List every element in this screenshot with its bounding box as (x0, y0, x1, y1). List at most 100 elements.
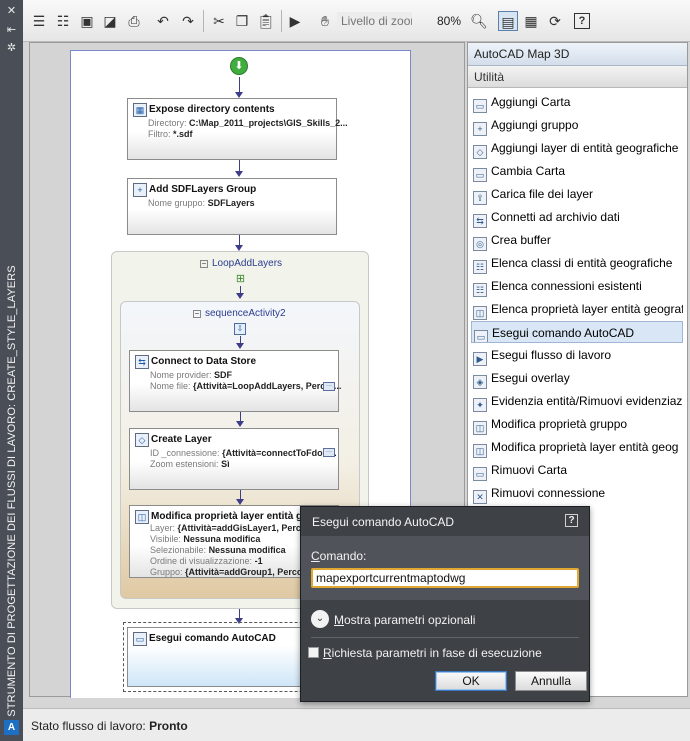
status-text: Stato flusso di lavoro: Pronto (31, 719, 188, 733)
new-sequence-icon[interactable]: ☷ (53, 11, 73, 31)
help-icon[interactable]: ? (574, 13, 590, 29)
toolbox-item-label: Modifica proprietà layer entità geog (491, 440, 679, 454)
zoom-level-input[interactable] (337, 12, 412, 31)
toolbox-item[interactable]: ☷ Elenca classi di entità geografiche (471, 252, 683, 274)
redo-icon[interactable]: ↷ (178, 11, 198, 31)
settings-icon[interactable]: ✲ (5, 42, 18, 54)
save-as-icon[interactable]: ◪ (100, 11, 120, 31)
new-workflow-icon[interactable]: ☰ (29, 11, 49, 31)
autodesk-logo: A (4, 720, 19, 735)
activity-create-layer[interactable]: ◇ Create Layer ID _connessione: {Attivit… (129, 428, 339, 490)
activity-title: Add SDFLayers Group (149, 184, 257, 195)
property-editor-icon[interactable]: ··· (323, 382, 335, 391)
print-icon[interactable]: ⎙ (124, 11, 144, 31)
activity-property: Directory: C:\Map_2011_projects\GIS_Skil… (148, 118, 348, 128)
toolbox-item[interactable]: ▭ Esegui comando AutoCAD (471, 321, 683, 343)
collapse-icon: − (200, 259, 208, 268)
status-bar: Stato flusso di lavoro: Pronto (23, 708, 690, 741)
layer-properties-icon: ◫ (135, 510, 149, 524)
add-group-icon: + (133, 183, 147, 197)
activity-icon: ⇪ (473, 191, 487, 205)
activity-connect-data-store[interactable]: ⇆ Connect to Data Store Nome provider: S… (129, 350, 341, 412)
activity-property: ID _connessione: {Attività=connectToFdoD… (150, 448, 337, 458)
activity-icon: ◫ (473, 421, 487, 435)
panel-header[interactable]: AutoCAD Map 3D (468, 43, 687, 66)
toolbox-item-label: Esegui flusso di lavoro (491, 348, 612, 362)
directory-icon: ▦ (133, 103, 147, 117)
activity-property: Ordine di visualizzazione: -1 (150, 556, 263, 566)
refresh-icon[interactable]: ⟳ (545, 11, 565, 31)
activity-add-sdflayers-group[interactable]: + Add SDFLayers Group Nome gruppo: SDFLa… (127, 178, 337, 235)
toolbox-item-label: Connetti ad archivio dati (491, 210, 620, 224)
toolbox-item-label: Evidenzia entità/Rimuovi evidenziazi (491, 394, 683, 408)
runtime-prompt-checkbox[interactable] (308, 647, 319, 658)
toolbox-item-label: Crea buffer (491, 233, 551, 247)
pin-icon[interactable]: ⇤ (5, 24, 18, 36)
activity-icon: ◫ (473, 306, 487, 320)
run-workflow-icon[interactable]: ▶ (285, 11, 305, 31)
toolbox-item[interactable]: ✦ Evidenzia entità/Rimuovi evidenziazi (471, 390, 683, 412)
properties-icon[interactable]: ▦ (521, 11, 541, 31)
toolbox-item[interactable]: ◫ Elenca proprietà layer entità geograf (471, 298, 683, 320)
toolbox-toggle-icon[interactable]: ▤ (498, 11, 518, 31)
toolbox-item-label: Elenca proprietà layer entità geograf (491, 302, 683, 316)
activity-property: Filtro: *.sdf (148, 129, 193, 139)
zoom-icon[interactable]: 🔍︎ (469, 11, 489, 31)
activity-icon: ▭ (474, 330, 488, 342)
close-icon[interactable]: ✕ (5, 5, 18, 17)
activity-icon: ◫ (473, 444, 487, 458)
property-editor-icon[interactable]: ··· (323, 448, 335, 457)
activity-property: Zoom estensioni: Sì (150, 459, 230, 469)
activity-icon: ☷ (473, 283, 487, 297)
toolbox-item[interactable]: ◎ Crea buffer (471, 229, 683, 251)
toolbox-item[interactable]: ⇆ Connetti ad archivio dati (471, 206, 683, 228)
toolbox-item[interactable]: ⇪ Carica file dei layer (471, 183, 683, 205)
activity-icon: ▭ (473, 467, 487, 481)
pan-icon[interactable]: ✋︎ (315, 11, 335, 31)
toolbox-item[interactable]: ▭ Cambia Carta (471, 160, 683, 182)
status-value: Pronto (149, 719, 188, 733)
ok-button[interactable]: OK (435, 671, 507, 691)
toolbox-item-label: Carica file dei layer (491, 187, 594, 201)
activity-title: Expose directory contents (149, 104, 275, 115)
activity-icon: ☷ (473, 260, 487, 274)
toolbox-item[interactable]: ◇ Aggiungi layer di entità geografiche (471, 137, 683, 159)
toolbox-item[interactable]: ▭ Rimuovi Carta (471, 459, 683, 481)
toolbox-item-label: Aggiungi Carta (491, 95, 571, 109)
toolbox-item[interactable]: + Aggiungi gruppo (471, 114, 683, 136)
toolbar-separator (281, 10, 282, 32)
activity-property: Selezionabile: Nessuna modifica (150, 545, 286, 555)
runtime-prompt-label[interactable]: Richiesta parametri in fase di esecuzion… (323, 646, 542, 660)
save-icon[interactable]: ▣ (77, 11, 97, 31)
create-layer-icon: ◇ (135, 433, 149, 447)
toolbox-item-label: Elenca classi di entità geografiche (491, 256, 673, 270)
toolbar: ☰ ☷ ▣ ◪ ⎙ ↶ ↷ ✂ ❐ 📋︎ ▶ ✋︎ 80% 🔍︎ ▤ ▦ ⟳ ? (23, 0, 690, 42)
toolbox-item[interactable]: ▭ Aggiungi Carta (471, 91, 683, 113)
toolbox-item[interactable]: ◫ Modifica proprietà gruppo (471, 413, 683, 435)
run-autocad-command-dialog: Esegui comando AutoCAD ? Comando: ⌄ Most… (300, 506, 590, 702)
toolbox-item[interactable]: ☷ Elenca connessioni esistenti (471, 275, 683, 297)
toolbox-item[interactable]: ◈ Esegui overlay (471, 367, 683, 389)
sequence-container-title[interactable]: − sequenceActivity2 (193, 308, 286, 319)
command-input[interactable] (311, 568, 579, 588)
activity-icon: ▶ (473, 352, 487, 366)
toolbox-item[interactable]: ▶ Esegui flusso di lavoro (471, 344, 683, 366)
toolbox-item-label: Esegui comando AutoCAD (492, 326, 635, 340)
activity-expose-directory[interactable]: ▦ Expose directory contents Directory: C… (127, 98, 348, 160)
activity-icon: ◇ (473, 145, 487, 159)
cut-icon[interactable]: ✂ (209, 11, 229, 31)
chevron-down-icon[interactable]: ⌄ (311, 610, 329, 628)
loop-container-title[interactable]: − LoopAddLayers (200, 258, 282, 269)
paste-icon[interactable]: 📋︎ (256, 11, 276, 31)
toolbox-item[interactable]: ✕ Rimuovi connessione (471, 482, 683, 504)
copy-icon[interactable]: ❐ (232, 11, 252, 31)
undo-icon[interactable]: ↶ (153, 11, 173, 31)
cancel-button[interactable]: Annulla (515, 671, 587, 691)
toolbox-item-label: Rimuovi connessione (491, 486, 606, 500)
toolbox-item[interactable]: ◫ Modifica proprietà layer entità geog (471, 436, 683, 458)
show-optional-parameters-toggle[interactable]: Mostra parametri opzionali (334, 613, 475, 627)
dialog-body: Comando: (301, 536, 589, 600)
activity-property: Nome provider: SDF (150, 370, 233, 380)
help-icon[interactable]: ? (565, 514, 578, 527)
panel-group-utility[interactable]: Utilità (468, 66, 687, 88)
